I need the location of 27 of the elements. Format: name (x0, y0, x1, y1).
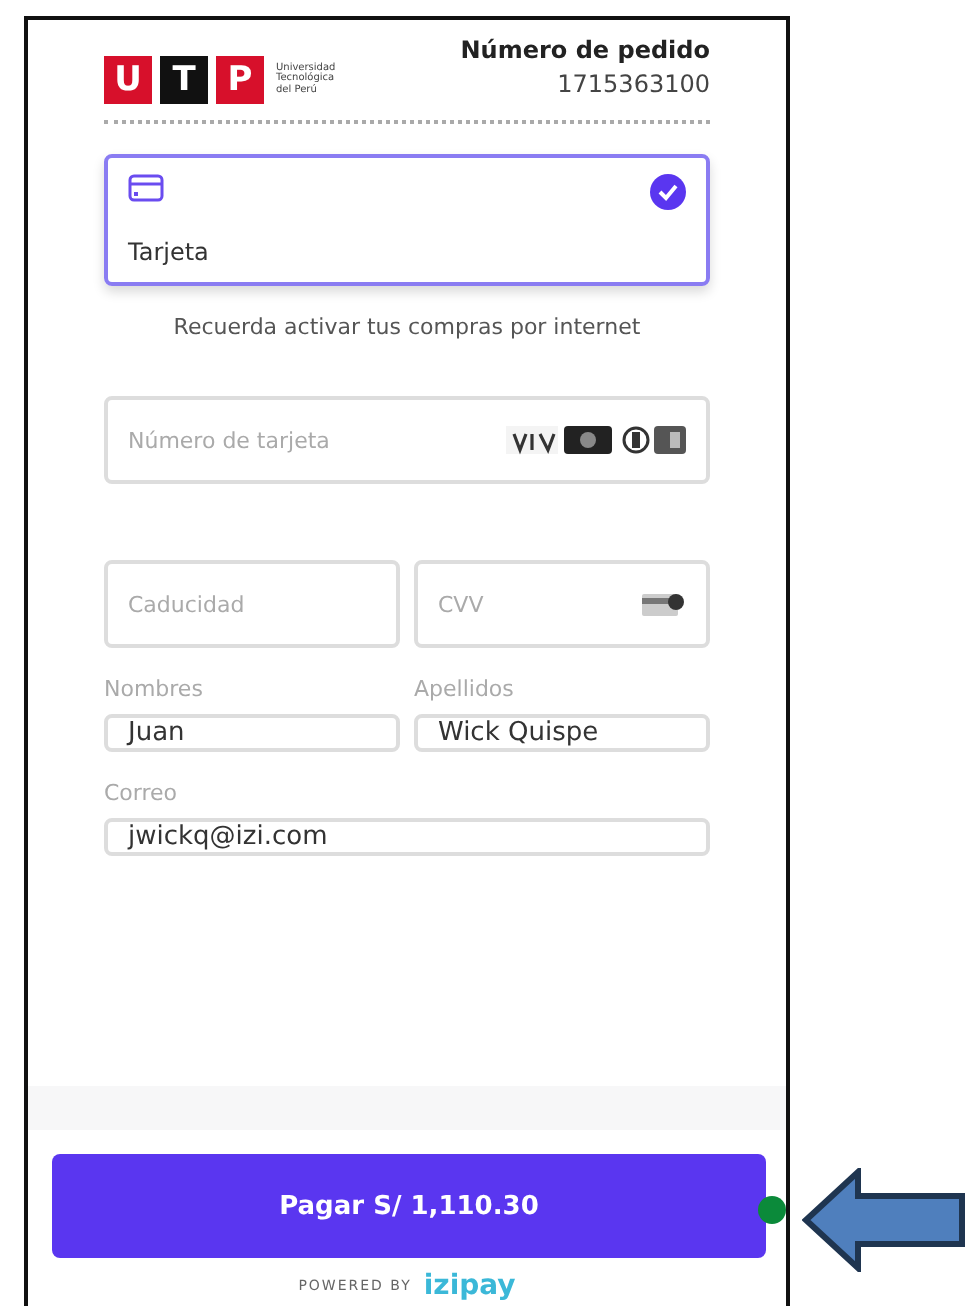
check-icon (650, 174, 686, 210)
payment-method-card[interactable]: Tarjeta (104, 154, 710, 286)
order-number: 1715363100 (557, 70, 710, 98)
text-field[interactable]: jwickq@izi.com (104, 818, 710, 856)
field-placeholder: Caducidad (128, 591, 245, 617)
order-label: Número de pedido (460, 36, 710, 64)
field-label: Nombres (104, 676, 205, 702)
field-label: Correo (104, 780, 180, 806)
text-field[interactable]: Juan (104, 714, 400, 752)
card-cvv-icon (642, 590, 686, 618)
logo-letter: P (216, 56, 264, 104)
field-value: Juan (128, 718, 185, 748)
pay-button[interactable]: Pagar S/ 1,110.30 (52, 1154, 766, 1258)
field-placeholder: CVV (438, 591, 484, 617)
logo-letter: T (160, 56, 208, 104)
method-label: Tarjeta (128, 238, 211, 266)
field-label: Apellidos (414, 676, 516, 702)
logo-letter: U (104, 56, 152, 104)
arrow-icon (802, 1168, 966, 1272)
field-placeholder: Número de tarjeta (128, 427, 330, 453)
text-field[interactable]: Wick Quispe (414, 714, 710, 752)
field-value: Wick Quispe (438, 718, 599, 748)
marker-dot (758, 1196, 786, 1224)
notice-text: Recuerda activar tus compras por internet (171, 314, 643, 340)
credit-card-icon (128, 174, 164, 202)
brand-logo: izipay (423, 1270, 516, 1302)
field-value: jwickq@izi.com (128, 822, 328, 852)
